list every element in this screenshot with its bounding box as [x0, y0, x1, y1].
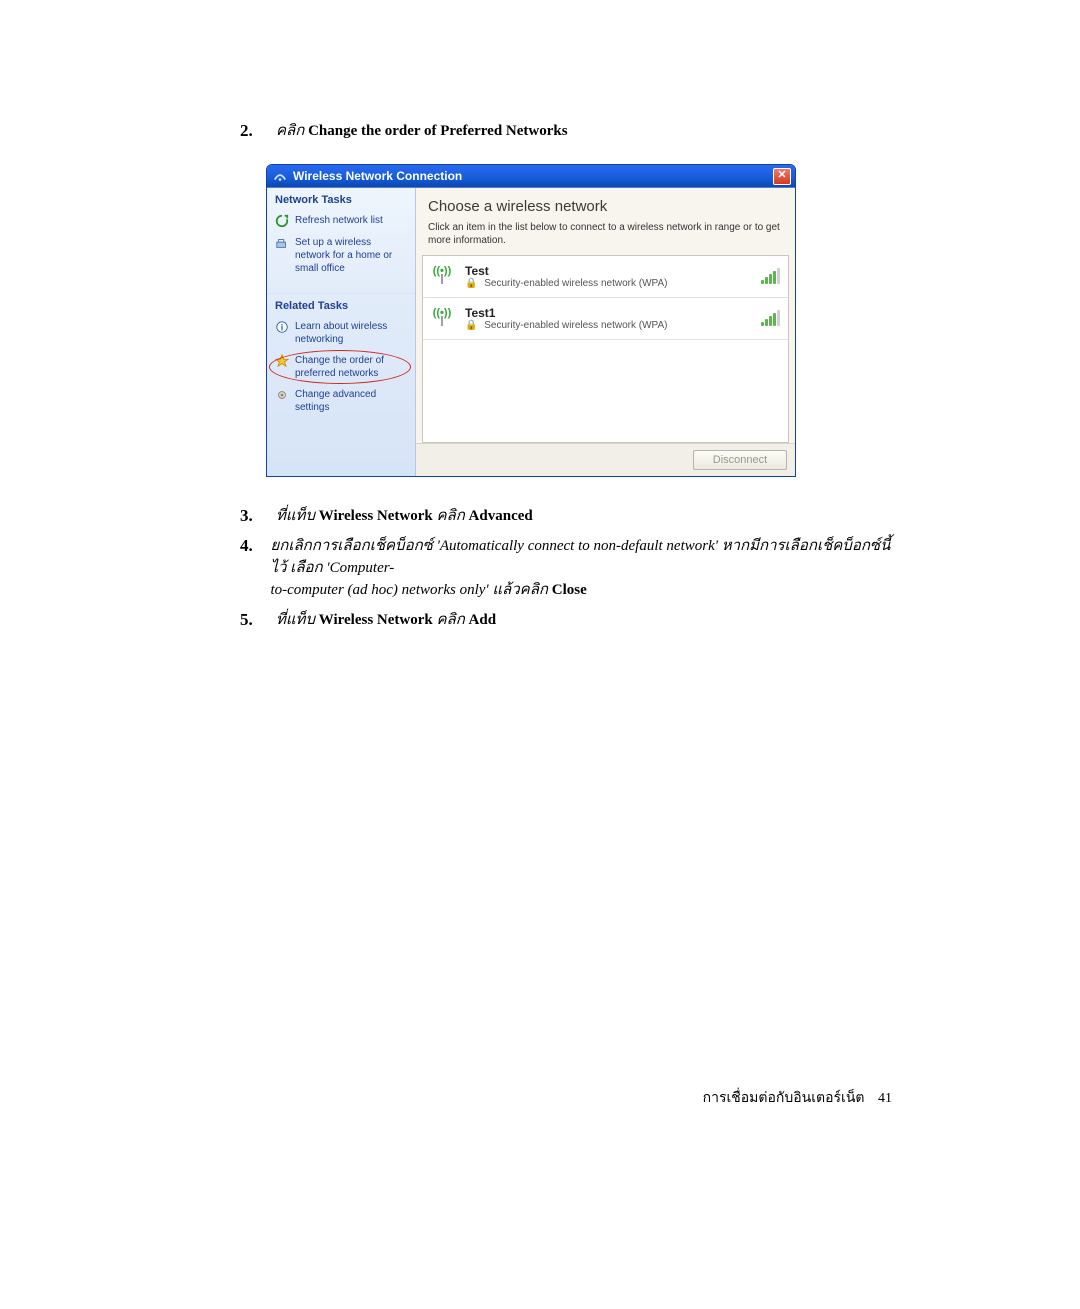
- refresh-network-list[interactable]: Refresh network list: [275, 214, 407, 228]
- close-button[interactable]: ✕: [773, 168, 791, 185]
- antenna-icon: ((•)): [431, 262, 459, 291]
- step-text: ยกเลิกการเลือกเช็คบ็อกซ์ 'Automatically …: [270, 535, 900, 601]
- related-tasks-heading: Related Tasks: [275, 300, 407, 312]
- network-name: Test: [465, 264, 746, 278]
- change-advanced-settings[interactable]: Change advanced settings: [275, 388, 407, 414]
- page-number: 41: [878, 1091, 892, 1106]
- network-security-label: 🔒 Security-enabled wireless network (WPA…: [465, 278, 746, 289]
- step-text: คลิก Change the order of Preferred Netwo…: [276, 120, 568, 142]
- setup-wireless-network[interactable]: Set up a wireless network for a home or …: [275, 236, 407, 275]
- signal-icon: [752, 270, 780, 284]
- wireless-window: Wireless Network Connection ✕ Network Ta…: [266, 164, 796, 477]
- network-security-label: 🔒 Security-enabled wireless network (WPA…: [465, 320, 746, 331]
- step-3: 3. ที่แท็บ Wireless Network คลิก Advance…: [240, 505, 900, 527]
- svg-text:i: i: [281, 323, 283, 333]
- wireless-icon: [273, 169, 287, 183]
- antenna-icon: ((•)): [431, 304, 459, 333]
- step-number: 4.: [240, 535, 270, 601]
- network-item[interactable]: ((•)) Test🔒 Security-enabled wireless net…: [423, 256, 788, 298]
- step-number: 5.: [240, 609, 276, 631]
- disconnect-button[interactable]: Disconnect: [693, 450, 787, 470]
- learn-wireless[interactable]: i Learn about wireless networking: [275, 320, 407, 346]
- network-tasks-heading: Network Tasks: [275, 194, 407, 206]
- step-5: 5. ที่แท็บ Wireless Network คลิก Add: [240, 609, 900, 631]
- step-text: ที่แท็บ Wireless Network คลิก Add: [276, 609, 496, 631]
- info-icon: i: [275, 320, 289, 334]
- network-list-pane: Choose a wireless network Click an item …: [416, 188, 795, 476]
- lock-icon: 🔒: [465, 278, 477, 289]
- choose-heading: Choose a wireless network: [416, 188, 795, 221]
- tasks-pane: Network Tasks Refresh network list Set: [267, 188, 416, 476]
- window-titlebar[interactable]: Wireless Network Connection ✕: [267, 165, 795, 187]
- network-item[interactable]: ((•)) Test1🔒 Security-enabled wireless ne…: [423, 298, 788, 340]
- page-footer: การเชื่อมต่อกับอินเตอร์เน็ต 41: [0, 1087, 1080, 1109]
- signal-icon: [752, 312, 780, 326]
- setup-icon: [275, 236, 289, 250]
- step-number: 2.: [240, 120, 276, 142]
- gear-icon: [275, 388, 289, 402]
- star-icon: [275, 354, 289, 368]
- change-order-preferred-networks[interactable]: Change the order of preferred networks: [275, 354, 407, 380]
- step-2: 2. คลิก Change the order of Preferred Ne…: [240, 120, 900, 142]
- step-text: ที่แท็บ Wireless Network คลิก Advanced: [276, 505, 533, 527]
- step-number: 3.: [240, 505, 276, 527]
- window-title: Wireless Network Connection: [293, 169, 462, 183]
- choose-subtext: Click an item in the list below to conne…: [416, 221, 795, 255]
- lock-icon: 🔒: [465, 320, 477, 331]
- footer-text: การเชื่อมต่อกับอินเตอร์เน็ต: [703, 1091, 865, 1106]
- network-list: ((•))Test🔒 Security-enabled wireless net…: [422, 255, 789, 443]
- refresh-icon: [275, 214, 289, 228]
- network-name: Test1: [465, 306, 746, 320]
- step-4: 4. ยกเลิกการเลือกเช็คบ็อกซ์ 'Automatical…: [240, 535, 900, 601]
